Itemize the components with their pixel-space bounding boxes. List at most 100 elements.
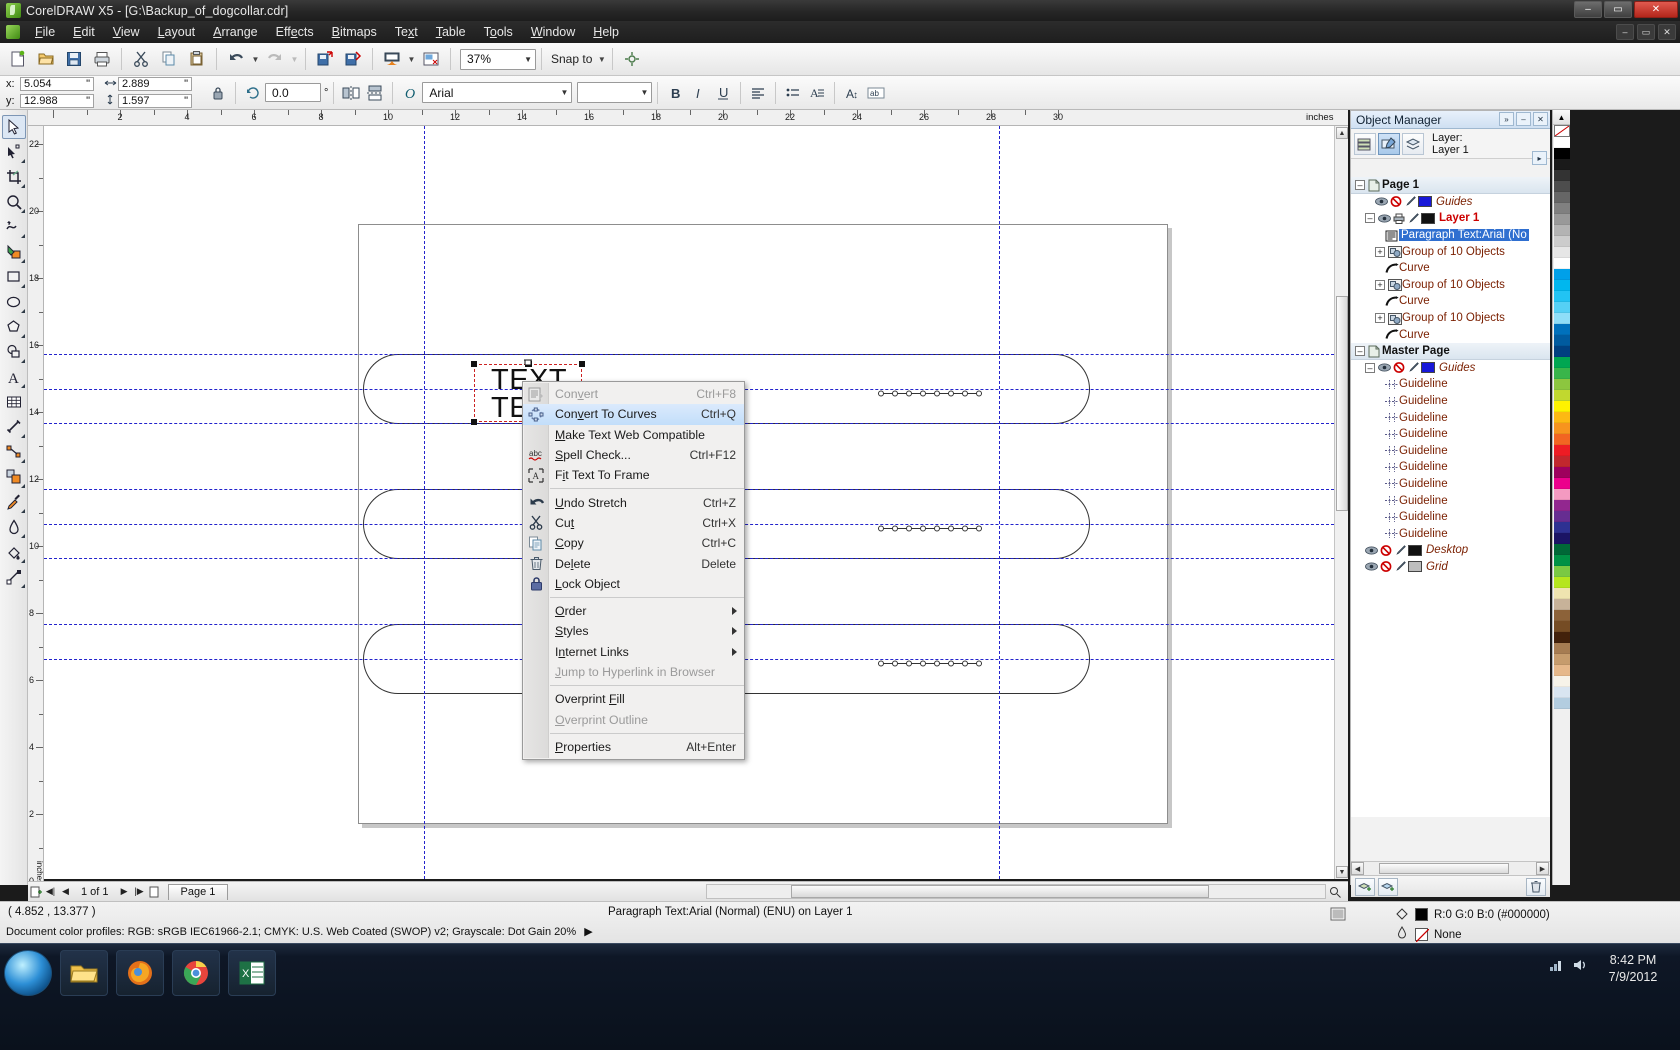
palette-color-swatch[interactable] [1553,280,1570,291]
menu-item-internet-links[interactable]: Internet Links [523,642,744,662]
system-tray[interactable] [1549,958,1588,975]
edit-across-layers-icon[interactable] [1378,132,1400,155]
palette-color-swatch[interactable] [1553,698,1570,709]
palette-color-swatch[interactable] [1553,467,1570,478]
fill-swatch[interactable] [1415,908,1428,921]
menu-item-undo-stretch[interactable]: Undo Stretch Ctrl+Z [523,492,744,512]
print-icon[interactable] [89,46,115,72]
application-launcher-icon[interactable] [418,46,444,72]
menu-item-copy[interactable]: Copy Ctrl+C [523,533,744,553]
underline-icon[interactable]: U [711,81,735,105]
palette-color-swatch[interactable] [1553,533,1570,544]
font-name-combo[interactable]: Arial ▼ [422,82,573,103]
pick-tool[interactable] [1,115,26,139]
palette-color-swatch[interactable] [1553,423,1570,434]
palette-color-swatch[interactable] [1553,522,1570,533]
polygon-tool[interactable] [2,315,26,339]
tree-scroll-right-icon[interactable]: ▶ [1536,862,1549,875]
tree-row[interactable]: Guideline [1351,476,1550,493]
page-tab[interactable]: Page 1 [167,883,229,900]
edit-pen-icon[interactable] [1394,561,1406,572]
snap-to-label[interactable]: Snap to [547,52,596,66]
tree-row[interactable]: Guideline [1351,376,1550,393]
visibility-eye-icon[interactable] [1365,545,1378,556]
smart-fill-tool[interactable] [2,240,26,264]
menu-item-make-text-web-compatible[interactable]: Make Text Web Compatible [523,425,744,445]
font-size-combo[interactable]: ▼ [577,82,653,103]
doc-minimize-button[interactable]: – [1616,24,1634,40]
palette-color-swatch[interactable] [1553,368,1570,379]
visibility-eye-icon[interactable] [1365,561,1378,572]
snap-to-dropdown-icon[interactable]: ▼ [596,47,607,71]
edit-pen-icon[interactable] [1394,545,1406,556]
menu-item-spell-check[interactable]: abc Spell Check... Ctrl+F12 [523,445,744,465]
palette-color-swatch[interactable] [1553,302,1570,313]
palette-color-swatch[interactable] [1553,225,1570,236]
palette-color-swatch[interactable] [1553,379,1570,390]
vertical-ruler[interactable]: 0246810121416182022inches [28,126,44,885]
add-page-end-icon[interactable] [147,884,162,900]
palette-color-swatch[interactable] [1553,258,1570,269]
palette-color-swatch[interactable] [1553,445,1570,456]
connector-tool[interactable] [2,440,26,464]
selection-handle[interactable] [471,361,477,367]
palette-color-swatch[interactable] [1553,313,1570,324]
tree-row[interactable]: Grid [1351,559,1550,576]
tree-row[interactable]: Guideline [1351,409,1550,426]
selection-handle[interactable] [471,419,477,425]
palette-color-swatch[interactable] [1553,489,1570,500]
interactive-fill-tool[interactable] [2,565,26,589]
tree-row[interactable]: Guideline [1351,525,1550,542]
menu-edit[interactable]: Edit [64,22,104,42]
menu-arrange[interactable]: Arrange [204,22,266,42]
color-profile-expand-icon[interactable]: ▶ [584,926,592,938]
palette-color-swatch[interactable] [1553,324,1570,335]
layer-color-swatch[interactable] [1418,196,1432,208]
edit-pen-icon[interactable] [1404,196,1416,207]
rotation-angle-input[interactable]: 0.0 [265,83,321,102]
italic-icon[interactable]: I [687,81,711,105]
show-object-properties-icon[interactable] [1354,132,1376,155]
menu-table[interactable]: Table [427,22,475,42]
cut-icon[interactable] [128,46,154,72]
open-document-icon[interactable] [33,46,59,72]
tree-row[interactable]: + Group of 10 Objects [1351,243,1550,260]
width-input[interactable]: 2.889 " [118,77,192,91]
tree-row[interactable]: Guideline [1351,393,1550,410]
undo-dropdown-icon[interactable]: ▼ [250,47,261,71]
tree-row[interactable]: – Master Page [1351,342,1550,360]
taskbar-clock[interactable]: 8:42 PM 7/9/2012 [1594,952,1672,986]
doc-close-button[interactable]: ✕ [1658,24,1676,40]
tree-row[interactable]: Guideline [1351,492,1550,509]
menu-item-overprint-fill[interactable]: Overprint Fill [523,689,744,709]
menu-item-delete[interactable]: Delete Delete [523,553,744,573]
palette-color-swatch[interactable] [1553,500,1570,511]
menu-item-lock-object[interactable]: Lock Object [523,574,744,594]
menu-item-cut[interactable]: Cut Ctrl+X [523,513,744,533]
add-page-icon[interactable] [28,884,43,900]
tree-expander[interactable]: – [1355,179,1365,190]
tree-expander[interactable]: + [1375,246,1385,257]
maximize-button[interactable]: ▭ [1604,1,1632,18]
edit-pen-icon[interactable] [1407,213,1419,224]
layer-color-swatch[interactable] [1408,544,1422,556]
menu-text[interactable]: Text [386,22,427,42]
menu-bitmaps[interactable]: Bitmaps [323,22,386,42]
layer-manager-view-icon[interactable] [1402,132,1424,155]
height-input[interactable]: 1.597 " [118,94,192,108]
no-print-icon[interactable] [1393,362,1405,374]
mirror-vertical-icon[interactable] [363,81,387,105]
new-master-layer-icon[interactable] [1378,877,1398,896]
tree-scroll-left-icon[interactable]: ◀ [1351,862,1364,875]
menu-item-order[interactable]: Order [523,601,744,621]
tree-row[interactable]: Guides [1351,194,1550,211]
next-page-icon[interactable]: ▶ [117,884,132,900]
context-menu[interactable]: Convert Ctrl+F8 Convert To Curves Ctrl+Q Mak… [522,381,745,761]
taskbar-explorer-icon[interactable] [60,950,108,996]
color-palette[interactable]: ▲ [1552,110,1570,885]
palette-color-swatch[interactable] [1553,170,1570,181]
docker-options-icon[interactable]: ▸ [1532,151,1547,165]
layer-color-swatch[interactable] [1421,362,1435,374]
tree-row[interactable]: Guideline [1351,509,1550,526]
visibility-eye-icon[interactable] [1378,362,1391,373]
